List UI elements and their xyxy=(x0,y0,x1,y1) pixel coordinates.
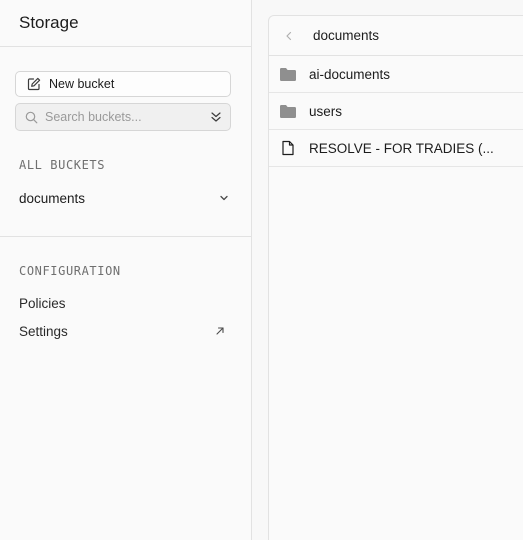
folder-row-ai-documents[interactable]: ai-documents xyxy=(269,56,523,93)
search-buckets-input[interactable] xyxy=(45,110,230,124)
new-bucket-button[interactable]: New bucket xyxy=(15,71,231,97)
file-row-resolve[interactable]: RESOLVE - FOR TRADIES (... xyxy=(269,130,523,167)
sidebar-item-label: Settings xyxy=(19,323,68,339)
sort-icon[interactable] xyxy=(210,111,222,124)
sidebar-item-settings[interactable]: Settings xyxy=(19,320,231,342)
sidebar-item-policies[interactable]: Policies xyxy=(19,292,231,314)
folder-icon xyxy=(279,103,297,119)
folder-icon xyxy=(279,66,297,82)
search-buckets-field[interactable] xyxy=(15,103,231,131)
search-icon xyxy=(25,111,38,124)
file-icon xyxy=(279,140,297,156)
configuration-heading: CONFIGURATION xyxy=(19,264,121,278)
file-name: users xyxy=(309,103,343,119)
sidebar-divider xyxy=(0,236,251,237)
file-name: ai-documents xyxy=(309,66,391,82)
chevron-left-icon[interactable] xyxy=(283,30,295,42)
new-bucket-label: New bucket xyxy=(49,77,115,91)
all-buckets-heading: ALL BUCKETS xyxy=(19,158,106,172)
sidebar-item-label: Policies xyxy=(19,295,66,311)
sidebar-title: Storage xyxy=(19,13,79,32)
storage-sidebar: Storage New bucket ALL BUCKETS documents xyxy=(0,0,252,540)
folder-row-users[interactable]: users xyxy=(269,93,523,130)
bucket-item-label: documents xyxy=(19,190,86,206)
bucket-item-documents[interactable]: documents xyxy=(0,185,251,211)
external-link-icon xyxy=(215,326,225,336)
sidebar-header: Storage xyxy=(0,0,251,47)
column-title: documents xyxy=(313,28,380,43)
file-explorer-column: documents ai-documents users RESOLVE - F… xyxy=(268,15,523,540)
edit-icon xyxy=(27,77,41,91)
column-header: documents xyxy=(269,16,523,56)
file-name: RESOLVE - FOR TRADIES (... xyxy=(309,140,494,156)
chevron-down-icon[interactable] xyxy=(219,194,229,202)
